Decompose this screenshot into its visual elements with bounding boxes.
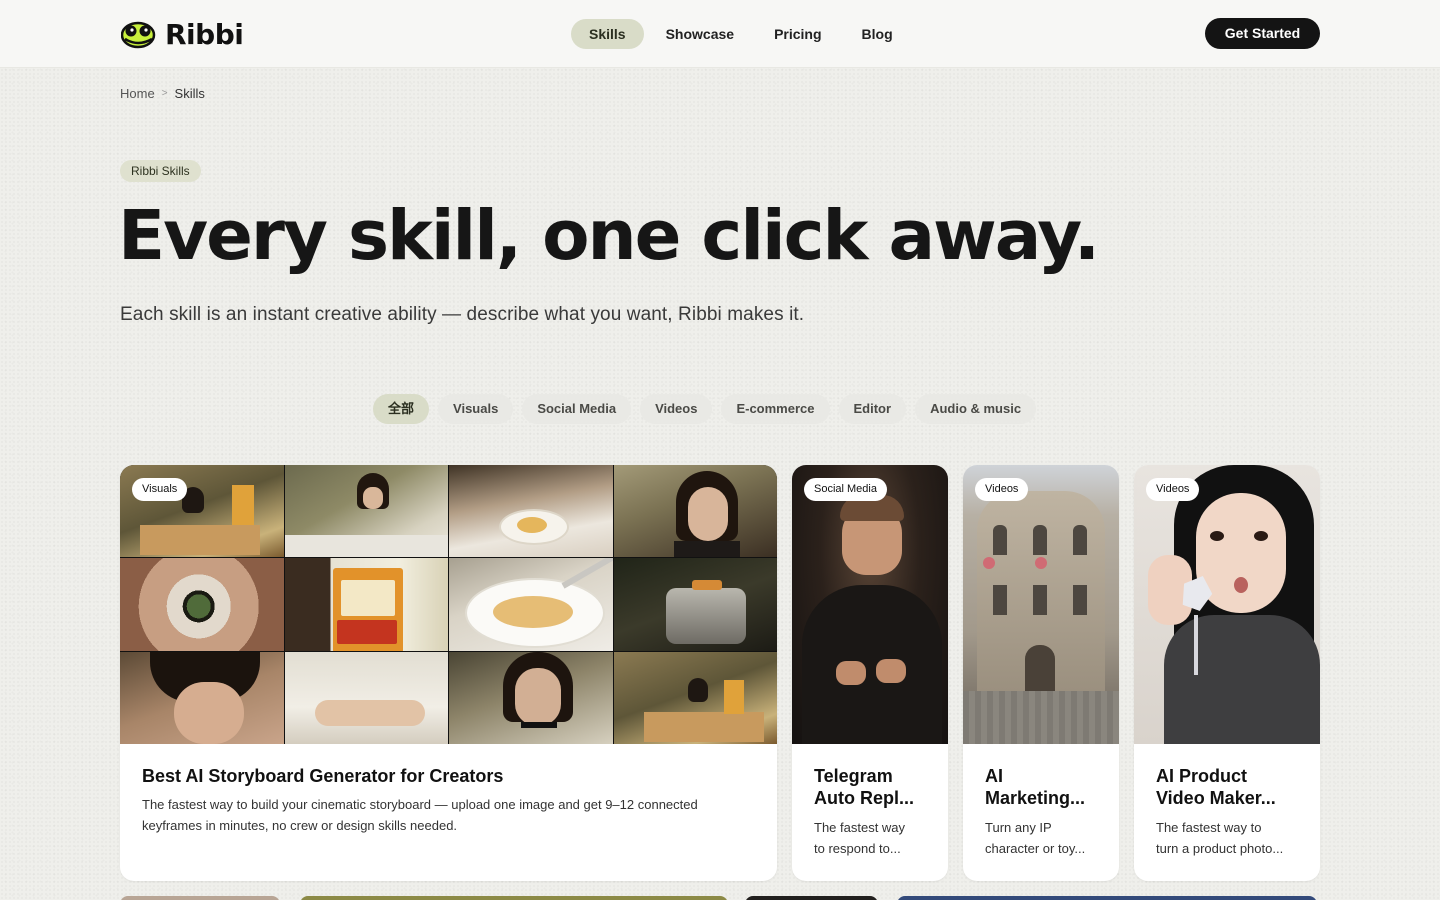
- nav-showcase[interactable]: Showcase: [648, 19, 752, 49]
- filter-visuals[interactable]: Visuals: [438, 394, 514, 424]
- card-title-line1: AI: [985, 766, 1003, 786]
- filter-editor[interactable]: Editor: [838, 394, 907, 424]
- card-category-tag: Social Media: [804, 478, 887, 501]
- nav-skills[interactable]: Skills: [571, 19, 644, 49]
- storyboard-image: [120, 465, 777, 744]
- skill-card-telegram[interactable]: Social Media Telegram Auto Repl... The f…: [792, 465, 948, 881]
- brand-logo[interactable]: Ribbi: [120, 17, 244, 51]
- card-description-line2: to respond to...: [814, 841, 901, 856]
- card-description-line2: turn a product photo...: [1156, 841, 1284, 856]
- section-badge: Ribbi Skills: [120, 160, 201, 182]
- next-card-preview: [897, 896, 1317, 900]
- get-started-button[interactable]: Get Started: [1205, 18, 1320, 49]
- chevron-right-icon: >: [161, 88, 168, 99]
- frog-logo-icon: [120, 19, 157, 49]
- ornate-building-image: [963, 465, 1119, 744]
- filter-audio-music[interactable]: Audio & music: [915, 394, 1037, 424]
- filter-social-media[interactable]: Social Media: [522, 394, 632, 424]
- card-description-line1: The fastest way to build your cinematic …: [142, 797, 698, 812]
- skill-card-ai-marketing[interactable]: Videos AI Marketing... Turn any IP chara…: [963, 465, 1119, 881]
- card-description-line1: The fastest way: [814, 820, 906, 835]
- card-title-line2: Marketing...: [985, 788, 1086, 808]
- filter-all[interactable]: 全部: [373, 394, 430, 424]
- nav-pricing[interactable]: Pricing: [756, 19, 839, 49]
- category-filters: 全部 Visuals Social Media Videos E-commerc…: [373, 394, 1037, 424]
- card-title: Best AI Storyboard Generator for Creator…: [142, 766, 504, 786]
- next-card-preview: [300, 896, 728, 900]
- card-title-line2: Video Maker...: [1156, 788, 1276, 808]
- next-card-preview: [745, 896, 878, 900]
- next-card-preview: [120, 896, 280, 900]
- card-description-line2: keyframes in minutes, no crew or design …: [142, 818, 458, 833]
- skill-card-storyboard[interactable]: Visuals Best AI Storyboard Generator for…: [120, 465, 777, 881]
- card-description-line1: The fastest way to: [1156, 820, 1262, 835]
- card-description-line1: Turn any IP: [985, 820, 1052, 835]
- page-title: Every skill, one click away.: [118, 196, 1100, 276]
- brand-name: Ribbi: [165, 17, 244, 51]
- woman-pendant-image: [1134, 465, 1320, 744]
- breadcrumb: Home > Skills: [120, 86, 205, 101]
- card-category-tag: Videos: [1146, 478, 1200, 501]
- card-category-tag: Visuals: [132, 478, 188, 501]
- top-header: Ribbi Skills Showcase Pricing Blog Get S…: [0, 0, 1440, 68]
- main-nav: Skills Showcase Pricing Blog: [571, 19, 915, 49]
- breadcrumb-home[interactable]: Home: [120, 86, 155, 101]
- card-title-line1: AI Product: [1156, 766, 1248, 786]
- card-title-line1: Telegram: [814, 766, 893, 786]
- man-gesturing-image: [792, 465, 948, 744]
- card-category-tag: Videos: [975, 478, 1029, 501]
- skill-card-product-video[interactable]: Videos AI Product Video Maker... The fas…: [1134, 465, 1320, 881]
- breadcrumb-current: Skills: [174, 86, 205, 101]
- page-subtitle: Each skill is an instant creative abilit…: [120, 304, 805, 325]
- filter-videos[interactable]: Videos: [640, 394, 713, 424]
- filter-ecommerce[interactable]: E-commerce: [721, 394, 830, 424]
- card-title-line2: Auto Repl...: [814, 788, 914, 808]
- card-description-line2: character or toy...: [985, 841, 1086, 856]
- nav-blog[interactable]: Blog: [844, 19, 911, 49]
